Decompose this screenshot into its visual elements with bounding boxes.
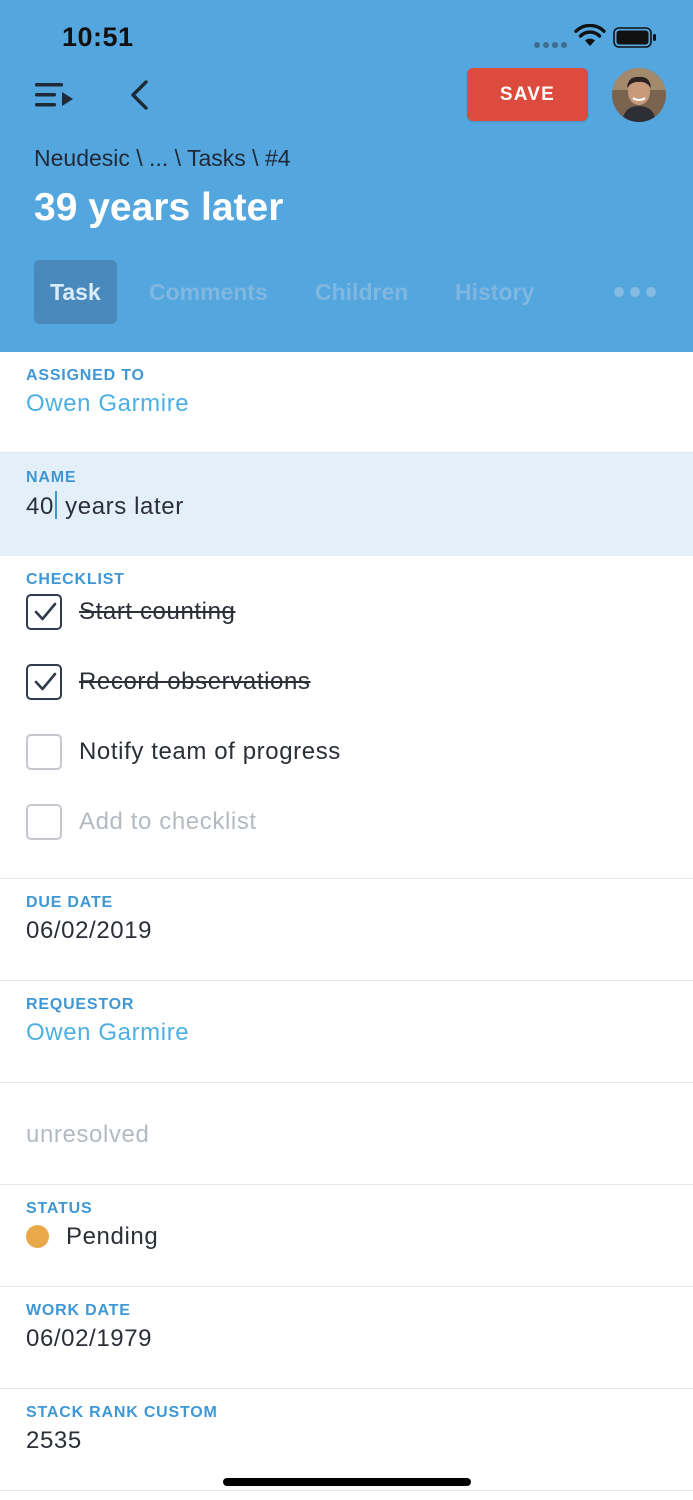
checklist-item-label: Record observations bbox=[79, 668, 311, 695]
header: 10:51 SAVE Neudesic \ ... \ Tasks \ #4 3… bbox=[0, 0, 693, 352]
due-date-value[interactable]: 06/02/2019 bbox=[26, 917, 152, 945]
checklist-item-label: Notify team of progress bbox=[79, 738, 341, 765]
work-date-label: WORK DATE bbox=[26, 1302, 131, 1319]
checklist-item[interactable]: Record observations bbox=[26, 664, 311, 700]
chevron-left-icon bbox=[131, 80, 148, 110]
checklist-label: CHECKLIST bbox=[26, 571, 125, 588]
stack-rank-custom-field[interactable]: STACK RANK CUSTOM 2535 bbox=[0, 1389, 693, 1491]
checkmark-icon bbox=[34, 602, 57, 621]
due-date-field[interactable]: DUE DATE 06/02/2019 bbox=[0, 879, 693, 981]
back-button[interactable] bbox=[124, 76, 156, 114]
tab-children[interactable]: Children bbox=[315, 260, 408, 324]
due-date-label: DUE DATE bbox=[26, 894, 113, 911]
breadcrumb[interactable]: Neudesic \ ... \ Tasks \ #4 bbox=[34, 145, 291, 172]
add-checklist-item[interactable]: Add to checklist bbox=[26, 804, 257, 840]
assigned-to-label: ASSIGNED TO bbox=[26, 367, 145, 384]
assigned-to-value[interactable]: Owen Garmire bbox=[26, 390, 189, 418]
name-field[interactable]: NAME 40 years later bbox=[0, 453, 693, 556]
avatar[interactable] bbox=[612, 68, 666, 122]
page-title: 39 years later bbox=[34, 186, 284, 229]
name-label: NAME bbox=[26, 469, 77, 486]
status-time: 10:51 bbox=[62, 22, 134, 52]
requestor-value[interactable]: Owen Garmire bbox=[26, 1019, 189, 1047]
tab-comments[interactable]: Comments bbox=[149, 260, 268, 324]
checkbox-checked[interactable] bbox=[26, 594, 62, 630]
work-date-field[interactable]: WORK DATE 06/02/1979 bbox=[0, 1287, 693, 1389]
requestor-field[interactable]: REQUESTOR Owen Garmire bbox=[0, 981, 693, 1083]
status-field[interactable]: STATUS Pending bbox=[0, 1185, 693, 1287]
cellular-signal-icon bbox=[534, 42, 568, 48]
name-input[interactable]: 40 years later bbox=[26, 491, 184, 521]
name-text-before-cursor: 40 bbox=[26, 493, 54, 520]
home-indicator[interactable] bbox=[223, 1478, 471, 1486]
checklist-item[interactable]: Notify team of progress bbox=[26, 734, 341, 770]
checkbox-checked[interactable] bbox=[26, 664, 62, 700]
resolution-field[interactable]: unresolved bbox=[0, 1083, 693, 1185]
menu-button[interactable] bbox=[32, 78, 78, 112]
stack-rank-custom-value[interactable]: 2535 bbox=[26, 1427, 82, 1455]
checklist-field: CHECKLIST Start counting Record observat… bbox=[0, 556, 693, 879]
checkmark-icon bbox=[34, 672, 57, 691]
resolution-value[interactable]: unresolved bbox=[26, 1121, 149, 1149]
checklist-item[interactable]: Start counting bbox=[26, 594, 236, 630]
status-label: STATUS bbox=[26, 1200, 93, 1217]
status-bar: 10:51 bbox=[0, 0, 693, 70]
add-checklist-input[interactable]: Add to checklist bbox=[79, 808, 257, 836]
more-horizontal-icon[interactable] bbox=[614, 280, 656, 304]
work-date-value[interactable]: 06/02/1979 bbox=[26, 1325, 152, 1353]
checkbox-unchecked[interactable] bbox=[26, 804, 62, 840]
battery-icon bbox=[613, 27, 656, 48]
wifi-icon bbox=[574, 24, 606, 46]
checklist-item-label: Start counting bbox=[79, 598, 236, 625]
requestor-label: REQUESTOR bbox=[26, 996, 135, 1013]
status-dot-icon bbox=[26, 1225, 49, 1248]
text-cursor bbox=[54, 491, 57, 519]
name-text-after-cursor: years later bbox=[57, 493, 184, 520]
menu-icon bbox=[35, 83, 73, 107]
tab-history[interactable]: History bbox=[455, 260, 534, 324]
tab-task[interactable]: Task bbox=[34, 260, 117, 324]
save-button[interactable]: SAVE bbox=[467, 68, 588, 121]
status-value[interactable]: Pending bbox=[66, 1223, 158, 1251]
stack-rank-custom-label: STACK RANK CUSTOM bbox=[26, 1404, 218, 1421]
assigned-to-field[interactable]: ASSIGNED TO Owen Garmire bbox=[0, 352, 693, 453]
checkbox-unchecked[interactable] bbox=[26, 734, 62, 770]
